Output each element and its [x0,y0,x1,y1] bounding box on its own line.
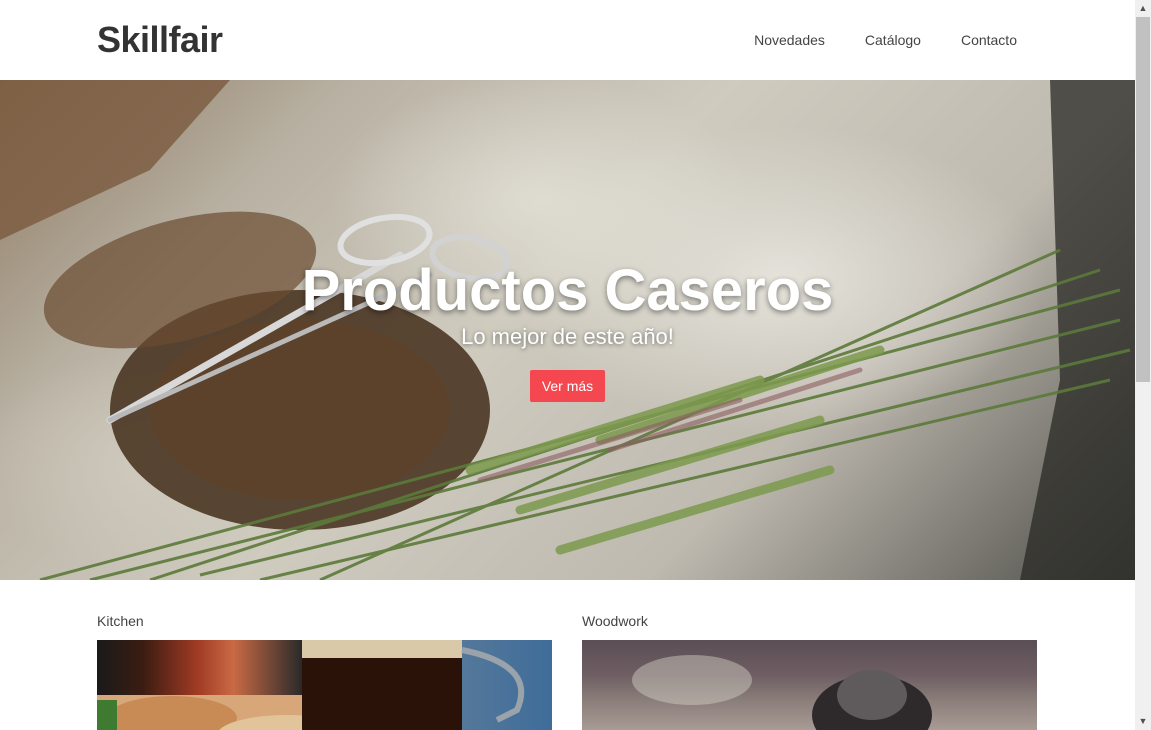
vertical-scrollbar[interactable]: ▲ ▼ [1135,0,1151,730]
hero-subtitle: Lo mejor de este año! [461,324,674,349]
category-label: Kitchen [97,613,144,629]
kitchen-photo [97,640,525,730]
main-nav: Novedades Catálogo Contacto [714,31,1017,49]
nav-item-catalogo[interactable]: Catálogo [865,31,921,49]
page: Skillfair Novedades Catálogo Contacto Pr… [0,0,1135,730]
nav-item-contacto[interactable]: Contacto [961,31,1017,49]
scrollbar-thumb[interactable] [1136,17,1150,382]
ver-mas-button[interactable]: Ver más [530,370,605,402]
category-woodwork[interactable]: Woodwork [582,612,1037,730]
chevron-up-icon[interactable]: ▲ [1135,0,1151,17]
hero-banner: Productos Caseros Lo mejor de este año! … [0,80,1135,580]
hero-title: Productos Caseros [301,258,834,323]
chevron-down-icon[interactable]: ▼ [1135,713,1151,730]
category-kitchen[interactable]: Kitchen [97,612,552,730]
site-logo[interactable]: Skillfair [97,18,223,62]
category-image-kitchen[interactable] [97,640,552,730]
nav-item-novedades[interactable]: Novedades [754,31,825,49]
category-label: Woodwork [582,613,648,629]
site-header: Skillfair Novedades Catálogo Contacto [0,0,1135,80]
category-image-woodwork[interactable] [582,640,1037,730]
woodwork-photo [632,655,932,730]
